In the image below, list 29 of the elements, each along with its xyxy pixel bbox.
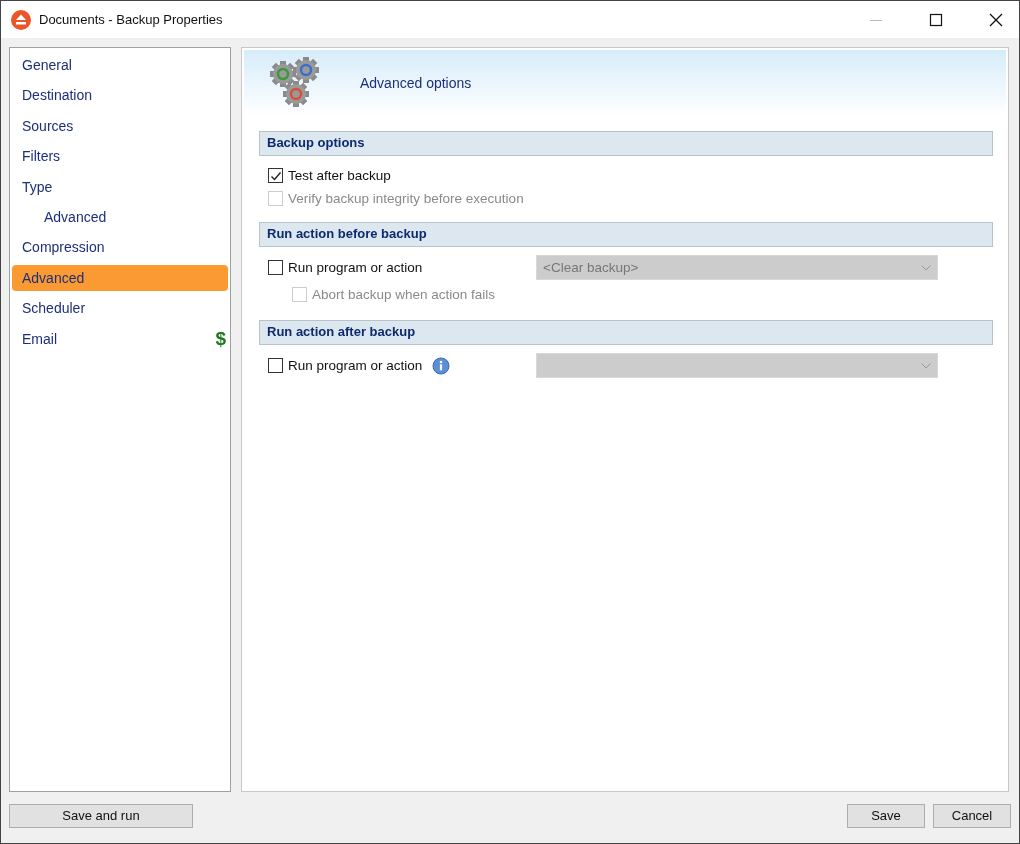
sidebar-item[interactable]: Destination <box>12 82 228 109</box>
section-header: Backup options <box>259 131 993 156</box>
button[interactable]: Save and run <box>9 803 193 828</box>
sidebar-item[interactable]: Email $ <box>12 325 228 352</box>
dollar-sign: $ <box>215 327 226 350</box>
caret-icon <box>921 362 931 369</box>
button[interactable]: Save <box>847 803 925 828</box>
sidebar-item[interactable]: Sources <box>12 112 228 139</box>
button[interactable]: Cancel <box>933 803 1011 828</box>
page-title: Advanced options <box>360 75 472 91</box>
app-icon <box>11 9 31 30</box>
sidebar-item[interactable]: General <box>12 52 228 78</box>
maximize-icon[interactable] <box>929 12 943 27</box>
info-icon[interactable] <box>432 356 451 375</box>
window-title: Documents - Backup Properties <box>39 12 223 27</box>
sidebar-item[interactable]: Advanced <box>12 264 228 291</box>
checkbox[interactable]: Run program or action <box>268 358 423 373</box>
sidebar-item[interactable]: Advanced <box>12 203 228 230</box>
sidebar-item[interactable]: Filters <box>12 143 228 170</box>
section-header: Run action before backup <box>259 222 993 247</box>
close-icon[interactable] <box>989 12 1003 27</box>
checkbox[interactable]: Run program or action <box>268 260 423 275</box>
check-icon <box>269 169 282 182</box>
sidebar-item[interactable]: Compression <box>12 234 228 261</box>
sidebar-item[interactable]: Scheduler <box>12 295 228 322</box>
sidebar-item[interactable]: Type <box>12 173 228 200</box>
caret-icon <box>921 264 931 271</box>
section-header: Run action after backup <box>259 320 993 345</box>
checkbox[interactable]: Test after backup <box>268 168 391 183</box>
